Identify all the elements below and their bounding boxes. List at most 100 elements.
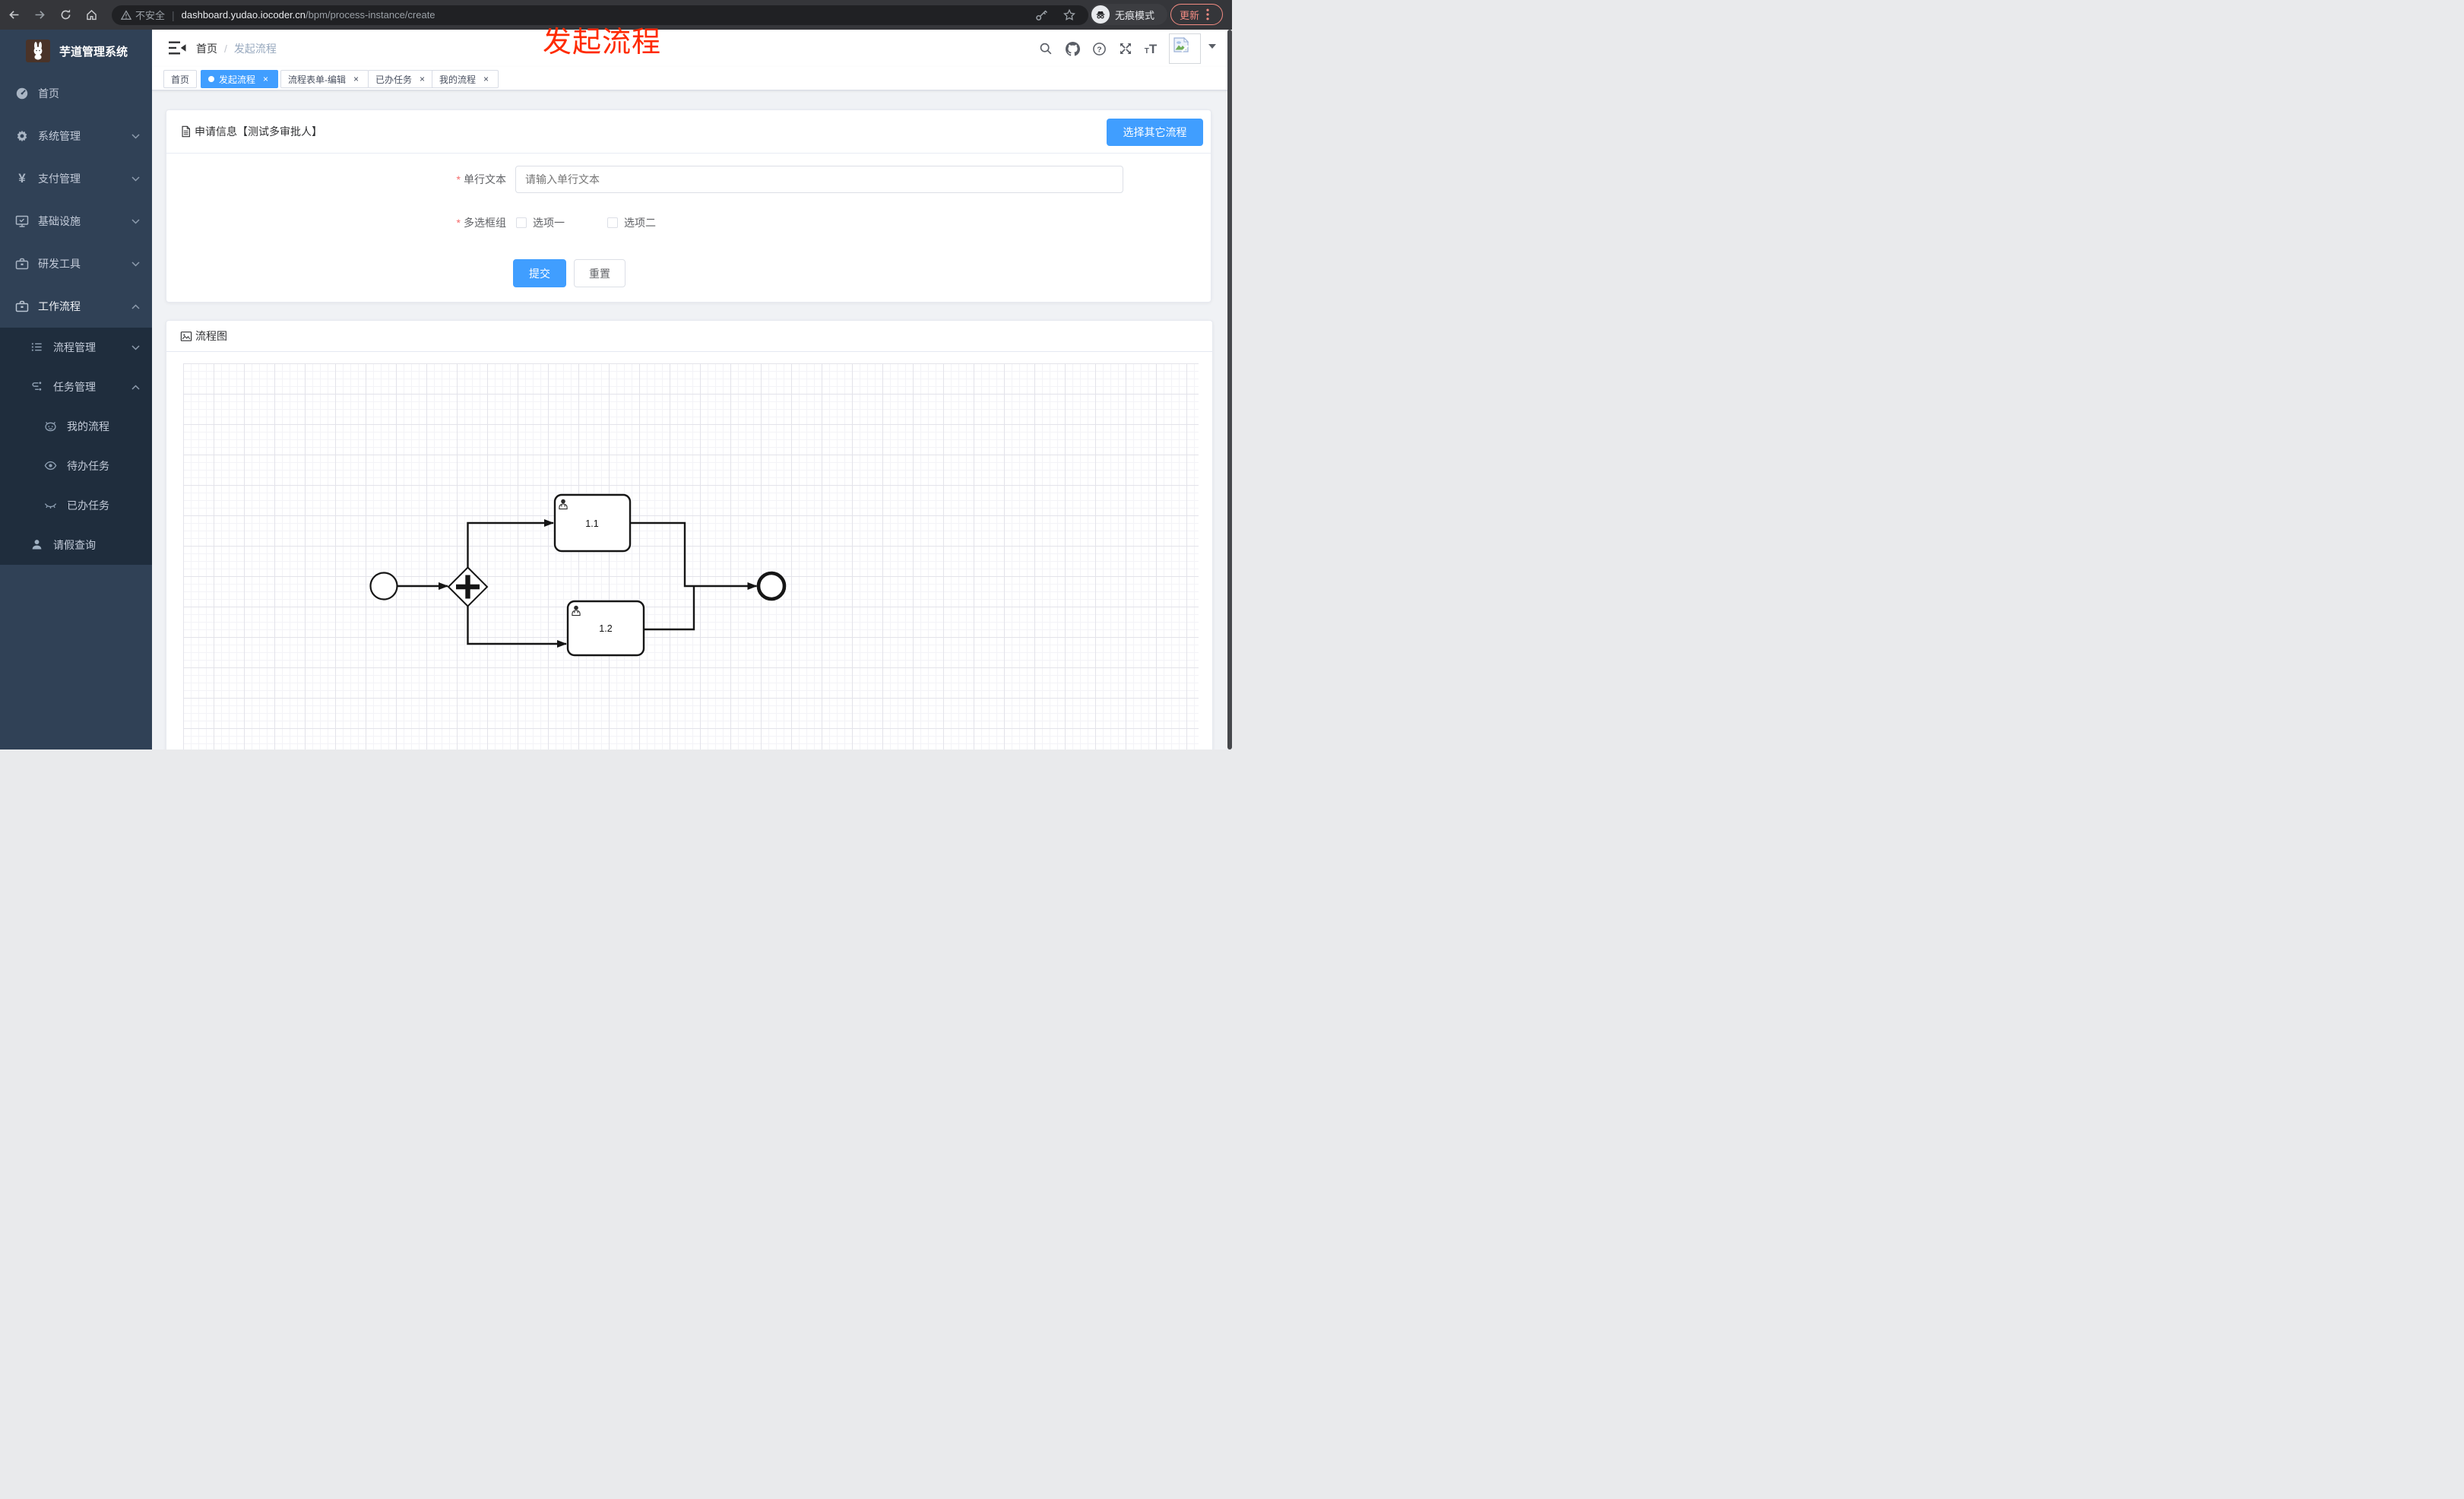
browser-window: 不安全 | dashboard.yudao.iocoder.cn/bpm/pro… — [0, 0, 1232, 750]
incognito-icon — [1091, 5, 1110, 24]
help-icon: ? — [1092, 42, 1106, 55]
toolbox-icon — [15, 299, 29, 313]
sidebar-item-payment[interactable]: ¥ 支付管理 — [0, 157, 152, 200]
flow-gateway-to-task1 — [467, 519, 554, 568]
chevron-down-icon — [131, 176, 140, 182]
header-search-button[interactable] — [1035, 38, 1056, 59]
sidebar-logo[interactable]: 芋道管理系统 — [0, 30, 152, 72]
task-label: 1.2 — [599, 623, 612, 634]
flow-gateway-to-task2 — [467, 606, 567, 648]
header-fullscreen-button[interactable] — [1115, 38, 1136, 59]
select-other-process-button[interactable]: 选择其它流程 — [1107, 119, 1203, 146]
tab-initiate-process[interactable]: 发起流程 × — [201, 70, 279, 88]
warning-icon — [121, 9, 131, 21]
scrollbar[interactable] — [1227, 30, 1232, 750]
incognito-badge: 无痕模式 — [1090, 4, 1167, 25]
logo-rabbit-image — [26, 40, 50, 62]
tab-home[interactable]: 首页 — [163, 70, 198, 88]
chevron-down-icon — [131, 133, 140, 139]
sidebar-item-todo-tasks[interactable]: 待办任务 — [0, 446, 152, 486]
picture-icon — [180, 331, 192, 342]
sidebar-item-process-management[interactable]: 流程管理 — [0, 328, 152, 367]
reload-icon — [61, 9, 71, 20]
browser-reload-button[interactable] — [56, 5, 75, 24]
breadcrumb: 首页 / 发起流程 — [196, 41, 277, 56]
browser-back-button[interactable] — [5, 5, 24, 24]
tab-my-processes[interactable]: 我的流程 × — [432, 70, 499, 88]
chevron-down-icon — [131, 261, 140, 267]
home-icon — [87, 9, 97, 21]
incognito-label: 无痕模式 — [1115, 9, 1155, 21]
chevron-down-icon — [131, 218, 140, 224]
eye-closed-icon — [44, 499, 58, 512]
currency-yen-icon: ¥ — [18, 171, 26, 185]
header-github-button[interactable] — [1062, 38, 1083, 59]
sidebar-collapse-button[interactable] — [169, 40, 187, 56]
broken-image-icon — [1173, 36, 1189, 52]
close-icon[interactable]: × — [417, 74, 427, 84]
active-dot-icon — [208, 76, 214, 82]
close-icon[interactable]: × — [481, 74, 491, 84]
avatar-dropdown-caret-icon[interactable] — [1208, 44, 1216, 49]
hamburger-fold-icon — [169, 41, 186, 55]
chevron-up-icon — [131, 303, 140, 309]
eye-open-icon — [44, 459, 58, 473]
field-label-checkbox-group: * 多选框组 — [456, 217, 506, 229]
gear-icon — [15, 129, 29, 143]
user-task-1-2: 1.2 — [566, 600, 645, 657]
toolbox-icon — [15, 257, 29, 271]
flow-task2-to-end — [644, 585, 695, 631]
checkbox-option-1[interactable] — [516, 217, 527, 228]
sidebar-item-done-tasks[interactable]: 已办任务 — [0, 486, 152, 525]
user-task-1-1: 1.1 — [553, 493, 632, 553]
sidebar-item-leave-query[interactable]: 请假查询 — [0, 525, 152, 565]
svg-text:?: ? — [1097, 46, 1101, 54]
github-icon — [1065, 41, 1080, 56]
url-host: dashboard.yudao.iocoder.cn — [181, 9, 306, 21]
tags-view-bar: 首页 发起流程 × 流程表单-编辑 × 已办任务 × 我的流程 × — [152, 67, 1232, 90]
chrome-menu-dots-icon[interactable] — [1206, 8, 1209, 21]
sidebar-item-my-processes[interactable]: 我的流程 — [0, 407, 152, 446]
header-font-size-button[interactable]: TT — [1140, 38, 1161, 59]
checkbox-group: 选项一 选项二 — [516, 209, 656, 236]
reset-button[interactable]: 重置 — [574, 259, 626, 287]
card-title: 流程图 — [195, 330, 227, 342]
sidebar-item-infrastructure[interactable]: 基础设施 — [0, 200, 152, 242]
process-diagram-card: 流程图 1.1 1.2 — [166, 320, 1213, 750]
required-asterisk: * — [456, 217, 461, 229]
chrome-update-button[interactable]: 更新 — [1170, 4, 1223, 25]
bookmark-star-icon[interactable] — [1063, 8, 1076, 22]
sidebar-item-dev-tools[interactable]: 研发工具 — [0, 242, 152, 285]
sidebar-item-workflow[interactable]: 工作流程 — [0, 285, 152, 328]
submit-button[interactable]: 提交 — [513, 259, 566, 287]
close-icon[interactable]: × — [351, 74, 361, 84]
breadcrumb-separator: / — [224, 43, 227, 55]
user-icon — [30, 538, 44, 552]
app-header: 首页 / 发起流程 ? TT — [152, 30, 1232, 68]
start-event-node — [369, 572, 398, 601]
password-key-icon[interactable] — [1035, 8, 1049, 22]
avatar[interactable] — [1169, 33, 1201, 64]
card-title: 申请信息【测试多审批人】 — [195, 125, 322, 138]
sidebar-item-home[interactable]: 首页 — [0, 72, 152, 115]
single-line-text-input[interactable] — [515, 166, 1123, 193]
bpmn-canvas[interactable]: 1.1 1.2 — [183, 363, 1199, 750]
sidebar-item-system[interactable]: 系统管理 — [0, 115, 152, 157]
face-icon — [44, 420, 58, 433]
chevron-up-icon — [131, 384, 140, 390]
tab-process-form-edit[interactable]: 流程表单-编辑 × — [280, 70, 369, 88]
sidebar-item-task-management[interactable]: 任务管理 — [0, 367, 152, 407]
document-icon — [180, 125, 192, 138]
checkbox-option-2[interactable] — [607, 217, 618, 228]
close-icon[interactable]: × — [261, 74, 271, 84]
tab-done-tasks[interactable]: 已办任务 × — [368, 70, 435, 88]
fullscreen-icon — [1120, 43, 1131, 54]
browser-home-button[interactable] — [82, 5, 101, 24]
list-icon — [30, 341, 44, 354]
forward-icon — [35, 11, 45, 19]
url-path: /bpm/process-instance/create — [306, 9, 435, 21]
header-help-button[interactable]: ? — [1088, 38, 1110, 59]
breadcrumb-home[interactable]: 首页 — [196, 41, 217, 56]
application-info-card: 申请信息【测试多审批人】 选择其它流程 *单行文本 *多选框组 选项一 选项二 … — [166, 109, 1211, 303]
browser-forward-button[interactable] — [30, 5, 49, 24]
